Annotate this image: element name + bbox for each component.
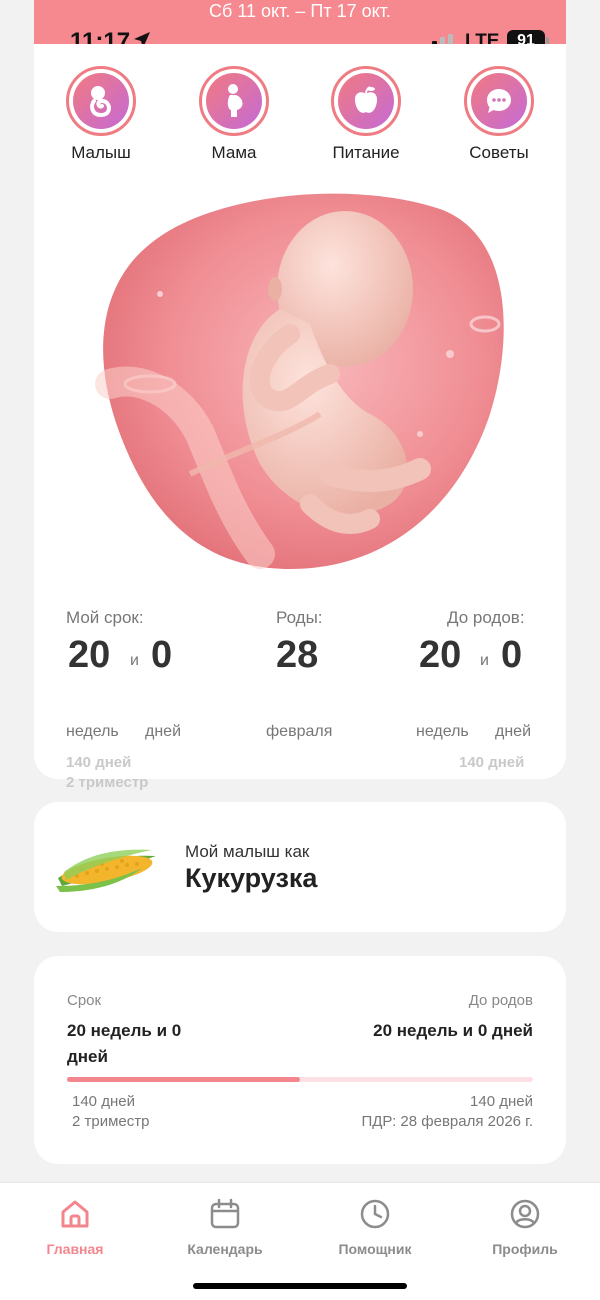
baby-size-subtitle: Мой малыш как — [185, 842, 310, 861]
my-term-and: и — [130, 652, 139, 669]
home-icon — [61, 1200, 89, 1228]
week-range-text: Сб 11 окт. – Пт 17 окт. — [209, 1, 391, 21]
progress-left-note2: 2 триместр — [72, 1113, 150, 1130]
category-nutrition-label: Питание — [332, 143, 400, 162]
progress-left-value-line1: 20 недель и 0 — [67, 1021, 182, 1040]
category-baby[interactable]: Малыш — [51, 66, 151, 163]
chat-bubble-icon — [487, 89, 511, 113]
progress-right-note1: 140 дней — [470, 1093, 533, 1110]
category-tips[interactable]: Советы — [449, 66, 549, 163]
fetus-illustration[interactable] — [90, 184, 510, 572]
bottom-tab-bar: Главная Календарь Помощник Профиль — [0, 1182, 600, 1300]
category-mom-label: Мама — [211, 143, 257, 162]
until-birth-and: и — [480, 652, 489, 669]
tab-profile[interactable]: Профиль — [470, 1197, 580, 1257]
category-baby-label: Малыш — [71, 143, 131, 162]
until-birth-weeks: 20 — [419, 634, 462, 676]
progress-right-note2: ПДР: 28 февраля 2026 г. — [361, 1113, 533, 1130]
progress-left-note1: 140 дней — [72, 1093, 135, 1110]
my-term-trimester: 2 триместр — [66, 774, 149, 791]
progress-left-value: 20 недель и 0 дней — [67, 1018, 247, 1070]
until-birth-label: До родов: — [447, 608, 525, 627]
baby-size-title: Кукурузка — [185, 863, 318, 893]
until-birth-days-unit: дней — [495, 723, 532, 740]
my-term-days-unit: дней — [145, 723, 182, 740]
until-birth-days: 0 — [501, 634, 523, 676]
progress-bar — [67, 1077, 533, 1082]
category-tips-label: Советы — [469, 143, 529, 162]
progress-bar-fill — [67, 1077, 300, 1082]
baby-size-card[interactable]: Мой малыш как Кукурузка — [34, 802, 566, 932]
my-term-weeks-unit: недель — [66, 723, 119, 740]
birth-label: Роды: — [276, 608, 323, 627]
progress-card[interactable]: Срок 20 недель и 0 дней До родов 20 неде… — [34, 956, 566, 1164]
my-term-weeks: 20 — [68, 634, 111, 676]
progress-left-label: Срок — [67, 992, 102, 1009]
progress-right-value: 20 недель и 0 дней — [373, 1021, 533, 1040]
my-term-total-days: 140 дней — [66, 754, 132, 771]
home-indicator — [193, 1283, 407, 1289]
birth-day: 28 — [276, 634, 319, 676]
pregnant-woman-icon — [227, 84, 243, 117]
calendar-icon — [210, 1198, 240, 1229]
tab-home[interactable]: Главная — [20, 1197, 130, 1257]
category-nutrition[interactable]: Питание — [316, 66, 416, 163]
birth-month: февраля — [266, 723, 333, 740]
tab-assistant-label: Помощник — [338, 1241, 412, 1257]
baby-icon — [90, 86, 111, 118]
progress-left-value-line2: дней — [67, 1047, 108, 1066]
tab-calendar[interactable]: Календарь — [170, 1197, 280, 1257]
tab-calendar-label: Календарь — [187, 1241, 263, 1257]
my-term-label: Мой срок: — [66, 608, 144, 627]
tab-profile-label: Профиль — [492, 1241, 558, 1257]
corn-icon — [56, 849, 156, 892]
profile-icon — [510, 1199, 540, 1229]
progress-right-label: До родов — [468, 992, 533, 1009]
apple-icon — [354, 86, 378, 113]
pregnancy-stats: Мой срок: 20 и 0 недель дней 140 дней 2 … — [34, 604, 566, 791]
main-card: Малыш Мама Питание Советы Мой срок: 20 и… — [34, 44, 566, 791]
category-mom[interactable]: Мама — [184, 66, 284, 163]
tab-home-label: Главная — [46, 1241, 104, 1257]
until-birth-weeks-unit: недель — [416, 723, 469, 740]
tab-assistant[interactable]: Помощник — [320, 1197, 430, 1257]
until-birth-total-days: 140 дней — [459, 754, 525, 771]
clock-icon — [360, 1199, 390, 1229]
my-term-days: 0 — [151, 634, 173, 676]
